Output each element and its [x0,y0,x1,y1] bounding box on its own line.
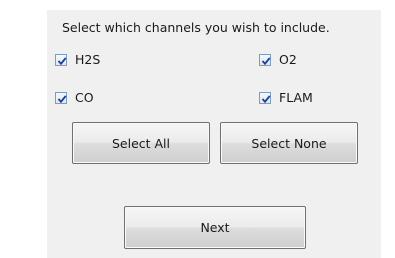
channel-label-co: CO [75,90,94,105]
checkmark-icon [57,56,67,65]
channel-checkbox-flam[interactable]: FLAM [259,90,313,105]
checkmark-icon [57,94,67,103]
checkmark-icon [261,56,271,65]
checkbox-box[interactable] [259,91,271,104]
checkbox-box[interactable] [55,91,67,104]
channel-checkbox-o2[interactable]: O2 [259,52,297,67]
checkbox-box[interactable] [259,53,271,66]
select-all-button[interactable]: Select All [72,122,210,164]
channel-checkbox-h2s[interactable]: H2S [55,52,100,67]
channel-label-o2: O2 [279,52,297,67]
select-none-button[interactable]: Select None [220,122,358,164]
channel-checkbox-co[interactable]: CO [55,90,94,105]
checkmark-icon [261,94,271,103]
instruction-text: Select which channels you wish to includ… [62,20,330,35]
channel-label-flam: FLAM [279,90,313,105]
next-button[interactable]: Next [124,206,306,249]
checkbox-box[interactable] [55,53,67,66]
channel-label-h2s: H2S [75,52,101,67]
